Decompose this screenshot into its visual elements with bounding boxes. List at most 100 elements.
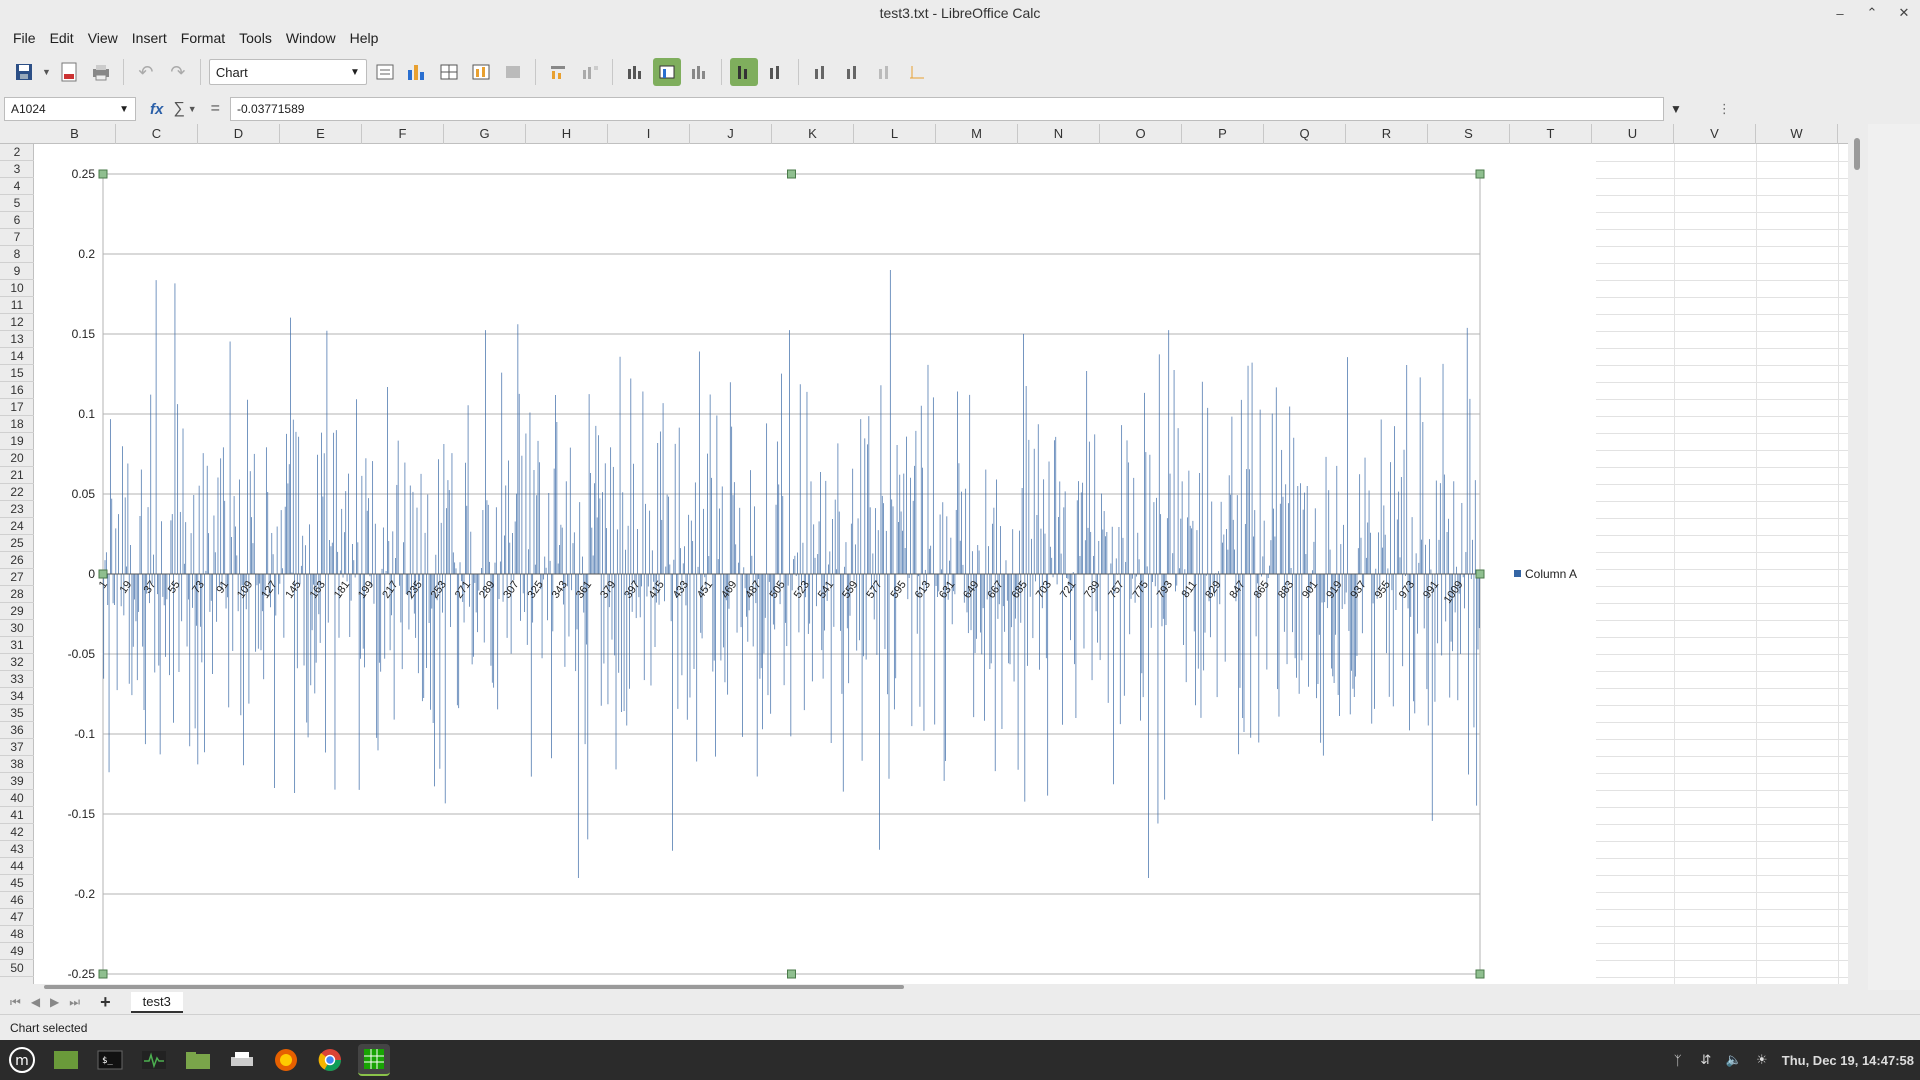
column-header-C[interactable]: C bbox=[116, 124, 198, 144]
row-header-2[interactable]: 2 bbox=[0, 144, 34, 161]
data-ranges-icon[interactable] bbox=[467, 58, 495, 86]
vertical-grids-icon[interactable] bbox=[685, 58, 713, 86]
row-header-14[interactable]: 14 bbox=[0, 348, 34, 365]
row-header-20[interactable]: 20 bbox=[0, 450, 34, 467]
print-icon[interactable] bbox=[87, 58, 115, 86]
column-header-Q[interactable]: Q bbox=[1264, 124, 1346, 144]
column-header-M[interactable]: M bbox=[936, 124, 1018, 144]
menu-insert[interactable]: Insert bbox=[125, 30, 174, 46]
redo-icon[interactable]: ↷ bbox=[164, 58, 192, 86]
firefox-icon[interactable] bbox=[270, 1044, 302, 1076]
legend-toggle-icon[interactable] bbox=[576, 58, 604, 86]
row-header-33[interactable]: 33 bbox=[0, 671, 34, 688]
restore-icon[interactable]: ⌃ bbox=[1856, 5, 1888, 21]
first-sheet-icon[interactable]: ⏮ bbox=[10, 995, 21, 1010]
row-header-4[interactable]: 4 bbox=[0, 178, 34, 195]
column-header-L[interactable]: L bbox=[854, 124, 936, 144]
menu-window[interactable]: Window bbox=[279, 30, 343, 46]
menu-edit[interactable]: Edit bbox=[43, 30, 81, 46]
row-header-6[interactable]: 6 bbox=[0, 212, 34, 229]
row-header-39[interactable]: 39 bbox=[0, 773, 34, 790]
name-box[interactable]: A1024 ▼ bbox=[4, 97, 136, 121]
spreadsheet-area[interactable]: BCDEFGHIJKLMNOPQRSTUVW 2 3 4 5 6 7 8 9 10 11 12 13 1… bbox=[0, 124, 1868, 984]
last-sheet-icon[interactable]: ⏭ bbox=[69, 995, 80, 1010]
row-header-34[interactable]: 34 bbox=[0, 688, 34, 705]
row-header-11[interactable]: 11 bbox=[0, 297, 34, 314]
column-header-D[interactable]: D bbox=[198, 124, 280, 144]
vertical-scroll-thumb[interactable] bbox=[1854, 138, 1860, 170]
function-wizard-icon[interactable]: fx bbox=[150, 101, 163, 118]
files-icon[interactable] bbox=[182, 1044, 214, 1076]
save-dropdown-icon[interactable]: ▼ bbox=[42, 67, 51, 77]
row-header-28[interactable]: 28 bbox=[0, 586, 34, 603]
sum-icon[interactable]: ∑ bbox=[173, 100, 184, 118]
row-header-44[interactable]: 44 bbox=[0, 858, 34, 875]
volume-icon[interactable]: 🔈 bbox=[1726, 1052, 1742, 1068]
menu-tools[interactable]: Tools bbox=[232, 30, 279, 46]
libreoffice-calc-icon[interactable] bbox=[358, 1044, 390, 1076]
data-table-icon[interactable] bbox=[435, 58, 463, 86]
row-header-30[interactable]: 30 bbox=[0, 620, 34, 637]
column-header-F[interactable]: F bbox=[362, 124, 444, 144]
sum-dropdown-icon[interactable]: ▼ bbox=[188, 104, 197, 114]
column-header-R[interactable]: R bbox=[1346, 124, 1428, 144]
save-icon[interactable] bbox=[10, 58, 38, 86]
chart-element-select[interactable]: Chart ▼ bbox=[208, 59, 367, 85]
insert-axes-icon[interactable] bbox=[807, 58, 835, 86]
column-header-V[interactable]: V bbox=[1674, 124, 1756, 144]
column-header-K[interactable]: K bbox=[772, 124, 854, 144]
3d-view-icon[interactable] bbox=[499, 58, 527, 86]
insert-legend-icon[interactable] bbox=[762, 58, 790, 86]
row-header-17[interactable]: 17 bbox=[0, 399, 34, 416]
next-sheet-icon[interactable]: ▶ bbox=[50, 995, 59, 1009]
row-header-36[interactable]: 36 bbox=[0, 722, 34, 739]
terminal-icon[interactable]: $_ bbox=[94, 1044, 126, 1076]
row-header-25[interactable]: 25 bbox=[0, 535, 34, 552]
menu-file[interactable]: File bbox=[6, 30, 43, 46]
column-header-N[interactable]: N bbox=[1018, 124, 1100, 144]
row-header-38[interactable]: 38 bbox=[0, 756, 34, 773]
printer-icon[interactable] bbox=[226, 1044, 258, 1076]
bluetooth-icon[interactable]: ᛉ bbox=[1670, 1052, 1686, 1068]
format-selection-icon[interactable] bbox=[371, 58, 399, 86]
mint-menu-icon[interactable]: m bbox=[6, 1044, 38, 1076]
column-header-O[interactable]: O bbox=[1100, 124, 1182, 144]
row-header-47[interactable]: 47 bbox=[0, 909, 34, 926]
column-header-T[interactable]: T bbox=[1510, 124, 1592, 144]
formula-input[interactable]: -0.03771589 bbox=[230, 97, 1665, 121]
horizontal-grids-icon[interactable] bbox=[652, 58, 681, 86]
show-desktop-icon[interactable] bbox=[50, 1044, 82, 1076]
row-header-22[interactable]: 22 bbox=[0, 484, 34, 501]
row-header-48[interactable]: 48 bbox=[0, 926, 34, 943]
column-header-J[interactable]: J bbox=[690, 124, 772, 144]
clock[interactable]: Thu, Dec 19, 14:47:58 bbox=[1782, 1053, 1914, 1068]
export-pdf-icon[interactable] bbox=[55, 58, 83, 86]
row-header-40[interactable]: 40 bbox=[0, 790, 34, 807]
title-icon[interactable] bbox=[544, 58, 572, 86]
horizontal-scroll-thumb[interactable] bbox=[44, 985, 904, 989]
undo-icon[interactable]: ↶ bbox=[132, 58, 160, 86]
row-header-3[interactable]: 3 bbox=[0, 161, 34, 178]
add-sheet-icon[interactable]: + bbox=[100, 992, 111, 1013]
minimize-icon[interactable]: – bbox=[1824, 6, 1856, 21]
axes-icon[interactable] bbox=[621, 58, 649, 86]
column-header-E[interactable]: E bbox=[280, 124, 362, 144]
row-header-42[interactable]: 42 bbox=[0, 824, 34, 841]
menu-view[interactable]: View bbox=[81, 30, 125, 46]
row-header-45[interactable]: 45 bbox=[0, 875, 34, 892]
row-header-16[interactable]: 16 bbox=[0, 382, 34, 399]
insert-error-bars-icon[interactable] bbox=[903, 58, 931, 86]
row-header-32[interactable]: 32 bbox=[0, 654, 34, 671]
row-header-10[interactable]: 10 bbox=[0, 280, 34, 297]
column-header-P[interactable]: P bbox=[1182, 124, 1264, 144]
column-header-W[interactable]: W bbox=[1756, 124, 1838, 144]
row-header-19[interactable]: 19 bbox=[0, 433, 34, 450]
row-header-35[interactable]: 35 bbox=[0, 705, 34, 722]
row-header-13[interactable]: 13 bbox=[0, 331, 34, 348]
insert-titles-icon[interactable] bbox=[729, 58, 758, 86]
formula-icon[interactable]: = bbox=[211, 100, 220, 118]
brightness-icon[interactable]: ☀ bbox=[1754, 1052, 1770, 1068]
chart-svg[interactable]: 0.25 0.2 0.15 0.1 0.05 0 -0.05 -0.1 -0.15 -0.2 -0.… bbox=[34, 144, 1596, 984]
row-header-37[interactable]: 37 bbox=[0, 739, 34, 756]
insert-data-labels-icon[interactable] bbox=[839, 58, 867, 86]
